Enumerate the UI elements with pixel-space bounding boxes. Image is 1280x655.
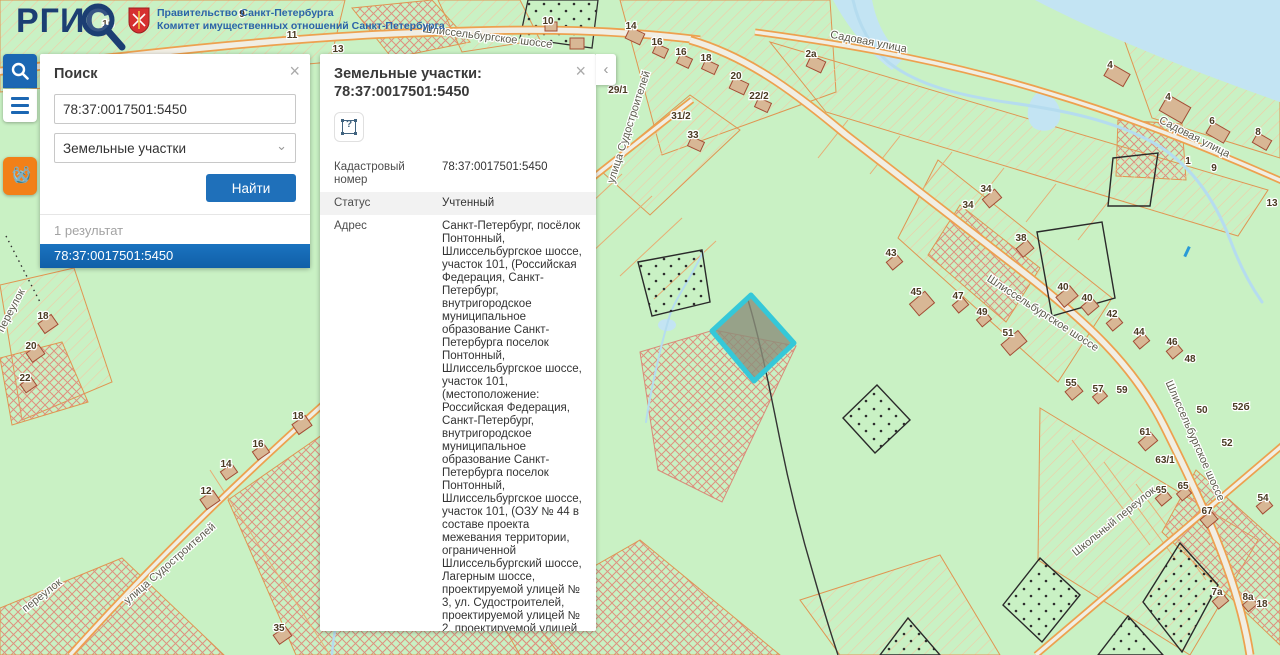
svg-text:16: 16 bbox=[651, 37, 663, 48]
svg-text:46: 46 bbox=[1166, 337, 1178, 348]
details-panel-title: Земельные участки: 78:37:0017501:5450 bbox=[334, 66, 482, 100]
svg-text:63/1: 63/1 bbox=[1155, 455, 1175, 466]
detail-label: Статус bbox=[320, 192, 438, 215]
rgis-magnifier-icon bbox=[78, 0, 130, 52]
svg-text:13: 13 bbox=[1266, 198, 1278, 209]
svg-text:18: 18 bbox=[700, 53, 712, 64]
chevron-left-icon: ‹ bbox=[604, 61, 609, 78]
svg-text:67: 67 bbox=[1201, 506, 1213, 517]
parcel-geometry-help-button[interactable]: ? bbox=[334, 112, 364, 142]
details-fields: Кадастровый номер78:37:0017501:5450Стату… bbox=[320, 156, 596, 631]
search-icon bbox=[11, 62, 29, 80]
find-button[interactable]: Найти bbox=[206, 174, 296, 202]
detail-value: Учтенный bbox=[438, 192, 596, 215]
svg-text:34: 34 bbox=[962, 200, 974, 211]
chevron-down-icon: ⌄ bbox=[276, 138, 287, 154]
svg-text:16: 16 bbox=[675, 47, 687, 58]
toolbar-menu-button[interactable] bbox=[3, 89, 37, 122]
detail-label: Кадастровый номер bbox=[320, 156, 438, 192]
svg-text:43: 43 bbox=[885, 248, 897, 259]
svg-text:42: 42 bbox=[1106, 309, 1118, 320]
svg-text:14: 14 bbox=[220, 459, 232, 470]
svg-text:40: 40 bbox=[1057, 282, 1069, 293]
detail-value: 78:37:0017501:5450 bbox=[438, 156, 596, 192]
detail-value: Санкт-Петербург, посёлок Понтонный, Шлис… bbox=[438, 215, 596, 631]
svg-text:54: 54 bbox=[1257, 493, 1269, 504]
svg-text:44: 44 bbox=[1133, 327, 1145, 338]
svg-text:6: 6 bbox=[1209, 116, 1215, 127]
svg-text:4: 4 bbox=[1165, 92, 1171, 103]
svg-text:38: 38 bbox=[1015, 233, 1027, 244]
svg-text:51: 51 bbox=[1002, 328, 1014, 339]
toolbar-spb-button[interactable]: ⚓ ⚓ bbox=[3, 157, 37, 195]
svg-text:45: 45 bbox=[910, 287, 922, 298]
svg-text:10: 10 bbox=[542, 16, 554, 27]
svg-text:22/2: 22/2 bbox=[749, 91, 769, 102]
detail-row: АдресСанкт-Петербург, посёлок Понтонный,… bbox=[320, 215, 596, 631]
government-header: Правительство Санкт-Петербурга Комитет и… bbox=[128, 7, 445, 34]
svg-text:улица Судостроителей: улица Судостроителей bbox=[122, 521, 218, 607]
svg-text:8а: 8а bbox=[1242, 592, 1254, 603]
svg-text:18: 18 bbox=[1256, 599, 1268, 610]
svg-text:61: 61 bbox=[1139, 427, 1151, 438]
svg-text:57: 57 bbox=[1092, 384, 1104, 395]
svg-text:14: 14 bbox=[625, 21, 637, 32]
svg-text:18: 18 bbox=[292, 411, 304, 422]
svg-text:31/2: 31/2 bbox=[671, 111, 691, 122]
svg-text:8: 8 bbox=[1255, 127, 1261, 138]
menu-icon bbox=[11, 97, 29, 100]
svg-text:52б: 52б bbox=[1232, 401, 1249, 413]
search-panel-title: Поиск bbox=[54, 66, 98, 82]
details-panel-collapse-button[interactable]: ‹ bbox=[596, 54, 616, 85]
svg-text:18: 18 bbox=[37, 311, 49, 322]
result-item-selected[interactable]: 78:37:0017501:5450 bbox=[40, 244, 310, 268]
parcel-details-panel: Земельные участки: 78:37:0017501:5450 × … bbox=[320, 54, 596, 631]
svg-text:35: 35 bbox=[273, 623, 285, 634]
search-category-select[interactable]: Земельные участки ⌄ bbox=[54, 133, 296, 163]
svg-text:59: 59 bbox=[1116, 385, 1128, 396]
svg-text:2а: 2а bbox=[805, 49, 817, 60]
svg-text:20: 20 bbox=[730, 71, 742, 82]
svg-text:33: 33 bbox=[687, 130, 699, 141]
svg-text:9: 9 bbox=[1211, 163, 1217, 174]
search-query-input[interactable] bbox=[54, 94, 296, 124]
svg-text:65: 65 bbox=[1177, 481, 1189, 492]
detail-label: Адрес bbox=[320, 215, 438, 631]
svg-text:49: 49 bbox=[976, 307, 988, 318]
details-panel-close-icon[interactable]: × bbox=[575, 62, 586, 80]
svg-text:48: 48 bbox=[1184, 354, 1196, 365]
svg-text:55: 55 bbox=[1065, 378, 1077, 389]
search-category-value: Земельные участки bbox=[63, 141, 186, 156]
svg-text:47: 47 bbox=[952, 291, 964, 302]
svg-text:29/1: 29/1 bbox=[608, 85, 628, 96]
svg-text:12: 12 bbox=[200, 486, 212, 497]
svg-text:7а: 7а bbox=[1211, 587, 1223, 598]
results-count: 1 результат bbox=[40, 215, 310, 244]
search-panel-close-icon[interactable]: × bbox=[289, 62, 300, 80]
svg-text:50: 50 bbox=[1196, 405, 1208, 416]
toolbar-search-button[interactable] bbox=[3, 54, 37, 88]
svg-text:1: 1 bbox=[1185, 156, 1191, 167]
app-window: 1в9111310141616182022/22а31/23329/144681… bbox=[0, 0, 1280, 655]
svg-text:22: 22 bbox=[19, 373, 31, 384]
gov-line-2: Комитет имущественных отношений Санкт-Пе… bbox=[157, 20, 445, 33]
svg-text:20: 20 bbox=[25, 341, 37, 352]
search-panel: Поиск × Земельные участки ⌄ Найти 1 резу… bbox=[40, 54, 310, 268]
svg-text:40: 40 bbox=[1081, 293, 1093, 304]
svg-text:16: 16 bbox=[252, 439, 264, 450]
detail-row: Кадастровый номер78:37:0017501:5450 bbox=[320, 156, 596, 192]
anchor-icon: ⚓ bbox=[7, 161, 36, 190]
detail-row: СтатусУчтенный bbox=[320, 192, 596, 215]
spb-coat-of-arms-icon bbox=[128, 7, 150, 34]
svg-text:52: 52 bbox=[1221, 438, 1233, 449]
gov-line-1: Правительство Санкт-Петербурга bbox=[157, 7, 445, 20]
svg-text:4: 4 bbox=[1107, 60, 1113, 71]
svg-text:34: 34 bbox=[980, 184, 992, 195]
